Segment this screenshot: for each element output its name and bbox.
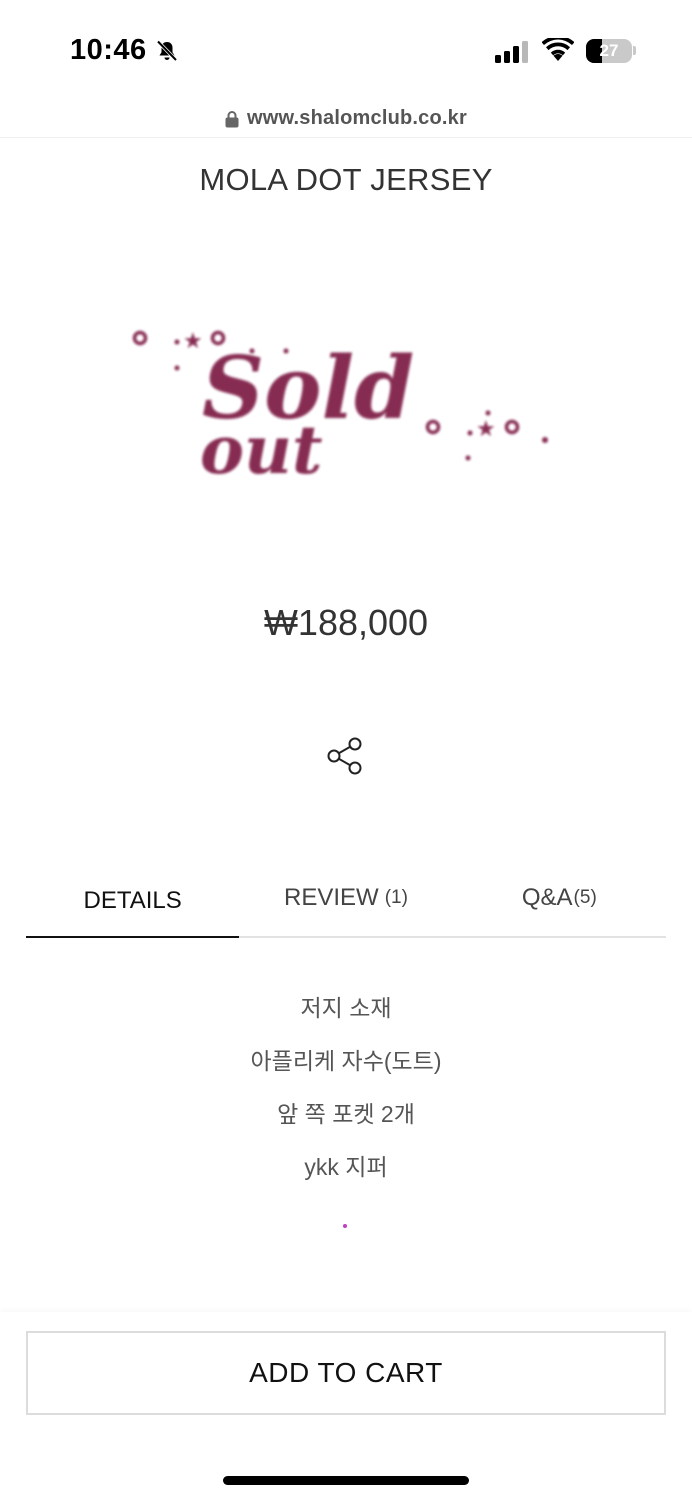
tab-review[interactable]: REVIEW (1) <box>239 860 452 936</box>
tab-details[interactable]: DETAILS <box>26 860 240 938</box>
lock-icon <box>225 110 239 127</box>
add-to-cart-button[interactable]: ADD TO CART <box>26 1331 666 1415</box>
svg-text:★: ★ <box>476 417 496 442</box>
tab-review-label: REVIEW <box>284 884 379 911</box>
bottom-action-bar: ADD TO CART <box>0 1312 692 1500</box>
detail-line: 저지 소재 <box>300 995 392 1021</box>
detail-line: ykk 지퍼 <box>304 1154 388 1180</box>
address-bar[interactable]: www.shalomclub.co.kr <box>0 100 692 138</box>
status-time: 10:46 <box>70 34 179 67</box>
wifi-icon <box>542 38 574 61</box>
product-title: MOLA DOT JERSEY <box>199 162 493 197</box>
detail-line: 앞 쪽 포켓 2개 <box>277 1101 415 1127</box>
home-indicator <box>223 1476 469 1485</box>
share-icon[interactable] <box>326 737 364 775</box>
signal-icon <box>495 41 528 63</box>
tab-details-label: DETAILS <box>83 887 182 914</box>
product-details: 저지 소재 아플리케 자수(도트) 앞 쪽 포켓 2개 ykk 지퍼 <box>0 985 692 1197</box>
status-time-text: 10:46 <box>70 34 147 66</box>
battery-tip <box>633 46 636 55</box>
tab-qa-label: Q&A <box>521 884 573 911</box>
bell-slash-icon <box>156 39 177 61</box>
product-tabs: DETAILS REVIEW (1) Q&A (5) <box>26 860 666 938</box>
svg-text:★: ★ <box>183 329 203 354</box>
battery-level: 27 <box>599 41 619 60</box>
battery-icon: 27 <box>586 39 632 63</box>
sold-out-image: ★ Sold out ★ <box>132 329 548 489</box>
decorative-dot <box>343 1224 347 1228</box>
out-word: out <box>200 411 323 489</box>
product-price: ₩188,000 <box>263 602 429 643</box>
detail-line: 아플리케 자수(도트) <box>250 1048 442 1074</box>
url-text: www.shalomclub.co.kr <box>247 107 467 129</box>
tab-review-count: (1) <box>384 887 408 908</box>
tab-qa[interactable]: Q&A (5) <box>453 860 666 936</box>
status-bar: 10:46 27 <box>0 0 692 100</box>
tab-qa-count: (5) <box>573 887 597 908</box>
